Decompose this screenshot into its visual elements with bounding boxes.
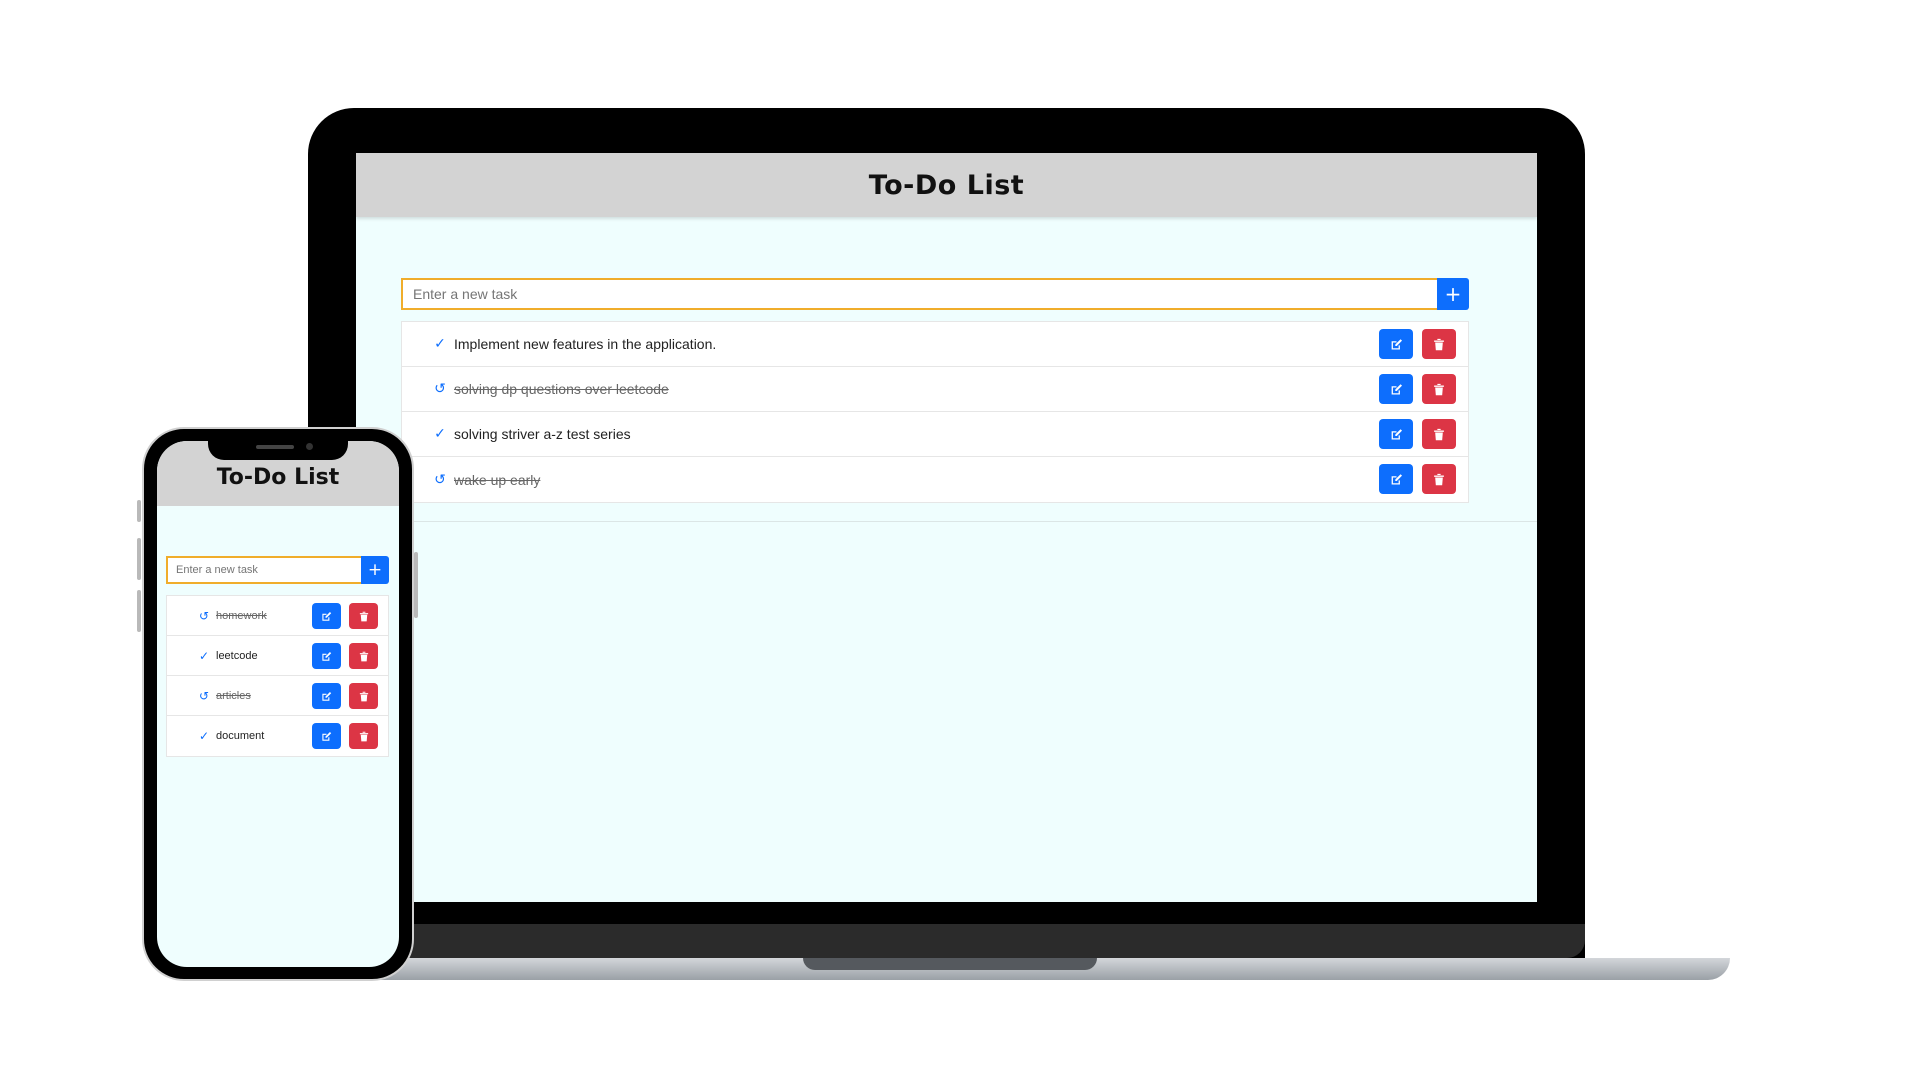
task-item: ↺ articles: [167, 676, 388, 716]
phone-mute-switch: [137, 500, 141, 522]
undo-icon[interactable]: ↺: [197, 609, 211, 623]
mobile-app-screen: To-Do List + ↺ homework ✓: [157, 441, 399, 967]
edit-icon: [322, 651, 332, 661]
edit-task-button[interactable]: [1379, 464, 1413, 494]
task-actions: [312, 683, 378, 709]
task-actions: [1379, 464, 1456, 494]
edit-task-button[interactable]: [1379, 329, 1413, 359]
delete-task-button[interactable]: [349, 643, 378, 669]
edit-icon: [322, 691, 332, 701]
task-actions: [312, 643, 378, 669]
edit-icon: [322, 611, 332, 621]
trash-icon: [359, 731, 368, 741]
edit-task-button[interactable]: [312, 723, 341, 749]
delete-task-button[interactable]: [1422, 374, 1456, 404]
task-item: ↺ homework: [167, 596, 388, 636]
task-actions: [312, 723, 378, 749]
desktop-app-screen: To-Do List + ✓ Implement new features in…: [356, 153, 1537, 902]
task-text: leetcode: [216, 649, 258, 662]
task-actions: [1379, 374, 1456, 404]
page-title: To-Do List: [216, 465, 340, 490]
task-text: document: [216, 730, 265, 742]
task-actions: [1379, 329, 1456, 359]
delete-task-button[interactable]: [349, 683, 378, 709]
edit-icon: [1391, 428, 1402, 440]
trash-icon: [1434, 428, 1444, 440]
task-text: homework: [216, 609, 267, 622]
phone-volume-down: [137, 590, 141, 632]
new-task-form: +: [166, 556, 389, 584]
phone-camera: [306, 443, 313, 450]
task-text: articles: [216, 689, 251, 702]
undo-icon[interactable]: ↺: [432, 472, 448, 488]
edit-task-button[interactable]: [312, 683, 341, 709]
delete-task-button[interactable]: [349, 603, 378, 629]
delete-task-button[interactable]: [1422, 329, 1456, 359]
trash-icon: [1434, 338, 1444, 350]
task-text: solving striver a-z test series: [454, 426, 631, 442]
app-body: + ✓ Implement new features in the applic…: [356, 217, 1537, 902]
task-actions: [1379, 419, 1456, 449]
app-body: + ↺ homework ✓ leetcode: [157, 506, 399, 967]
edit-icon: [322, 731, 332, 741]
undo-icon[interactable]: ↺: [432, 381, 448, 397]
task-item: ✓ Implement new features in the applicat…: [402, 322, 1468, 367]
delete-task-button[interactable]: [349, 723, 378, 749]
app-header: To-Do List: [356, 153, 1537, 217]
new-task-input[interactable]: [166, 556, 361, 584]
task-actions: [312, 603, 378, 629]
laptop-chin: [308, 924, 1585, 958]
new-task-form: +: [401, 278, 1469, 310]
laptop-hinge-notch: [803, 958, 1097, 970]
edit-task-button[interactable]: [1379, 374, 1413, 404]
edit-icon: [1391, 473, 1402, 485]
delete-task-button[interactable]: [1422, 419, 1456, 449]
trash-icon: [359, 691, 368, 701]
add-task-button[interactable]: +: [361, 556, 389, 584]
task-item: ✓ document: [167, 716, 388, 756]
delete-task-button[interactable]: [1422, 464, 1456, 494]
check-icon[interactable]: ✓: [432, 336, 448, 352]
add-task-button[interactable]: +: [1437, 278, 1469, 310]
task-item: ✓ leetcode: [167, 636, 388, 676]
trash-icon: [1434, 473, 1444, 485]
check-icon[interactable]: ✓: [197, 729, 211, 743]
undo-icon[interactable]: ↺: [197, 689, 211, 703]
edit-task-button[interactable]: [312, 603, 341, 629]
task-item: ↺ wake up early: [402, 457, 1468, 502]
task-item: ✓ solving striver a-z test series: [402, 412, 1468, 457]
page-title: To-Do List: [868, 169, 1025, 201]
trash-icon: [1434, 383, 1444, 395]
phone-volume-up: [137, 538, 141, 580]
task-text: Implement new features in the applicatio…: [454, 336, 717, 352]
task-text: wake up early: [454, 471, 541, 488]
edit-task-button[interactable]: [1379, 419, 1413, 449]
task-text: solving dp questions over leetcode: [454, 381, 669, 397]
task-list: ✓ Implement new features in the applicat…: [401, 321, 1469, 503]
task-item: ↺ solving dp questions over leetcode: [402, 367, 1468, 412]
check-icon[interactable]: ✓: [432, 426, 448, 442]
phone-speaker: [256, 445, 294, 449]
trash-icon: [359, 651, 368, 661]
edit-icon: [1391, 383, 1402, 395]
edit-task-button[interactable]: [312, 643, 341, 669]
phone-power-button: [414, 552, 418, 618]
check-icon[interactable]: ✓: [197, 649, 211, 663]
new-task-input[interactable]: [401, 278, 1437, 310]
task-list: ↺ homework ✓ leetcode ↺ articles ✓ docum…: [166, 595, 389, 757]
trash-icon: [359, 611, 368, 621]
edit-icon: [1391, 338, 1402, 350]
section-divider: [356, 521, 1537, 522]
